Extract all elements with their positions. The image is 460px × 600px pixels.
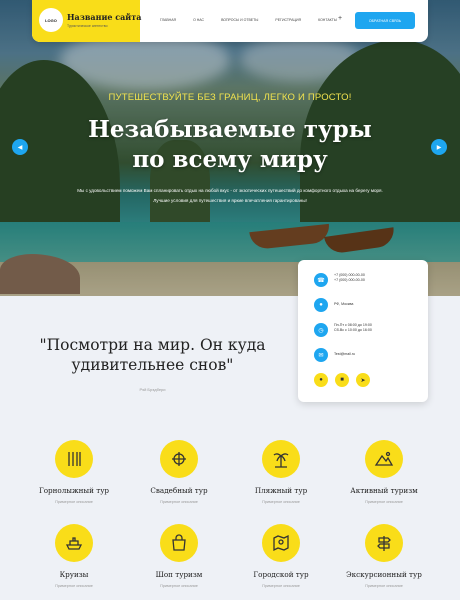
chevron-left-icon: ◀ xyxy=(17,144,23,151)
quote-text: "Посмотри на мир. Он куда удивительнее с… xyxy=(39,336,266,374)
tour-name: Активный туризм xyxy=(350,486,418,495)
city-map-icon xyxy=(262,524,300,562)
palm-icon xyxy=(262,440,300,478)
mail-icon: ✉ xyxy=(314,348,328,362)
tour-description: Примерное описание xyxy=(55,584,93,588)
hero-title-line: по всему миру xyxy=(132,146,328,173)
brand-block: LOGO Название сайта Туристическое агентс… xyxy=(32,0,142,42)
nav-item-contacts[interactable]: КОНТАКТЫ xyxy=(318,18,337,22)
quote-author: Рэй Брэдбери xyxy=(139,387,166,392)
tour-description: Примерное описание xyxy=(55,500,93,504)
hero-title: Незабываемые туры по всему миру xyxy=(0,115,460,175)
tour-description: Примерное описание xyxy=(365,584,403,588)
shopping-bag-icon xyxy=(160,524,198,562)
nav-item-registration[interactable]: РЕГИСТРАЦИЯ xyxy=(275,18,301,22)
tour-description: Примерное описание xyxy=(365,500,403,504)
mountain-icon xyxy=(365,440,403,478)
address-text: РФ, Москва xyxy=(334,302,354,306)
tour-card[interactable]: Активный туризм Примерное описание xyxy=(328,440,440,504)
chevron-right-icon: ▶ xyxy=(436,144,442,151)
tour-description: Примерное описание xyxy=(160,584,198,588)
tour-card[interactable]: Горнолыжный тур Примерное описание xyxy=(18,440,130,504)
tour-name: Городской тур xyxy=(253,570,309,579)
hero-tagline: ПУТЕШЕСТВУЙТЕ БЕЗ ГРАНИЦ, ЛЕГКО И ПРОСТО… xyxy=(108,92,352,103)
hours-text: Сб-Вс с 10:00 до 16:00 xyxy=(334,328,372,332)
tour-description: Примерное описание xyxy=(262,500,300,504)
tour-name: Шоп туризм xyxy=(155,570,203,579)
tour-description: Примерное описание xyxy=(160,500,198,504)
site-subtitle: Туристическое агентство xyxy=(67,24,108,28)
tour-card[interactable]: Пляжный тур Примерное описание xyxy=(225,440,337,504)
contact-address: ● РФ, Москва xyxy=(314,298,353,312)
site-name: Название сайта xyxy=(67,12,142,22)
tour-card[interactable]: Круизы Примерное описание xyxy=(18,524,130,588)
hero-title-line: Незабываемые туры xyxy=(88,116,372,143)
nav-item-faq[interactable]: ВОПРОСЫ И ОТВЕТЫ xyxy=(221,18,258,22)
contact-email: ✉ Test@mail.ru xyxy=(314,348,355,362)
tour-name: Экскурсионный тур xyxy=(346,570,422,579)
feedback-button[interactable]: ОБРАТНАЯ СВЯЗЬ xyxy=(355,12,415,29)
clock-icon: ◷ xyxy=(314,323,328,337)
ship-icon xyxy=(55,524,93,562)
tour-card[interactable]: Шоп туризм Примерное описание xyxy=(123,524,235,588)
site-header: LOGO Название сайта Туристическое агентс… xyxy=(32,0,428,42)
tour-name: Свадебный тур xyxy=(150,486,208,495)
email-link[interactable]: Test@mail.ru xyxy=(334,352,355,357)
tour-card[interactable]: Свадебный тур Примерное описание xyxy=(123,440,235,504)
tour-card[interactable]: Экскурсионный тур Примерное описание xyxy=(328,524,440,588)
phone-number[interactable]: +7 (000) 000-00-00 xyxy=(334,278,365,283)
hero-section: ПУТЕШЕСТВУЙТЕ БЕЗ ГРАНИЦ, ЛЕГКО И ПРОСТО… xyxy=(0,0,460,296)
tour-name: Круизы xyxy=(59,570,89,579)
hero-description: Мы с удовольствием поможем Вам спланиров… xyxy=(77,188,383,203)
contact-phone: ☎ +7 (000) 000-00-00 +7 (000) 000-00-00 xyxy=(314,273,365,287)
nav-item-about[interactable]: О НАС xyxy=(193,18,204,22)
tour-name: Пляжный тур xyxy=(254,486,308,495)
contact-hours: ◷ Пн-Пт с 08:00 до 19:00 Сб-Вс с 10:00 д… xyxy=(314,323,372,337)
tour-card[interactable]: Городской тур Примерное описание xyxy=(225,524,337,588)
contact-card: ☎ +7 (000) 000-00-00 +7 (000) 000-00-00 … xyxy=(298,260,428,402)
main-nav: ГЛАВНАЯ О НАС ВОПРОСЫ И ОТВЕТЫ РЕГИСТРАЦ… xyxy=(160,18,354,22)
wedding-icon xyxy=(160,440,198,478)
location-icon: ● xyxy=(314,298,328,312)
slider-next-button[interactable]: ▶ xyxy=(431,139,447,155)
telegram-icon[interactable]: ➤ xyxy=(356,373,370,387)
signpost-icon xyxy=(365,524,403,562)
nav-more-icon[interactable]: + xyxy=(338,15,342,22)
social-links: ● ■ ➤ xyxy=(314,373,377,387)
nav-item-home[interactable]: ГЛАВНАЯ xyxy=(160,18,176,22)
slider-prev-button[interactable]: ◀ xyxy=(12,139,28,155)
tour-name: Горнолыжный тур xyxy=(38,486,110,495)
phone-icon: ☎ xyxy=(314,273,328,287)
instagram-icon[interactable]: ■ xyxy=(335,373,349,387)
tour-description: Примерное описание xyxy=(262,584,300,588)
vk-icon[interactable]: ● xyxy=(314,373,328,387)
logo[interactable]: LOGO xyxy=(39,8,63,32)
ski-icon xyxy=(55,440,93,478)
